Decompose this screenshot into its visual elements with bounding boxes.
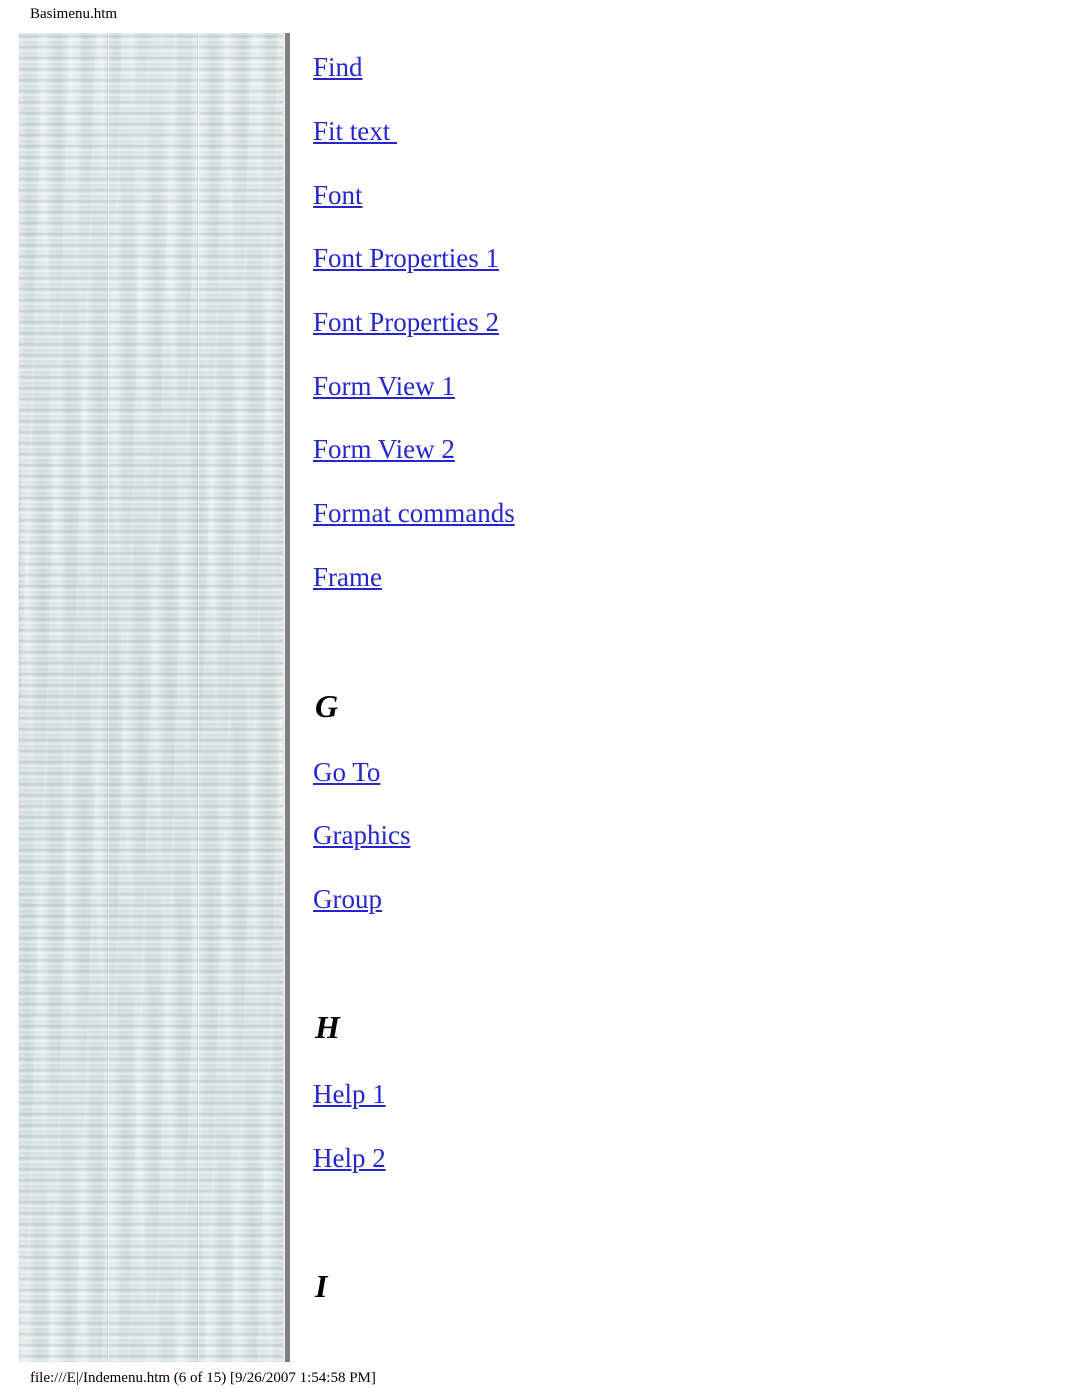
index-link[interactable]: Go To <box>313 757 380 787</box>
index-link[interactable]: Font <box>313 180 363 210</box>
index-link[interactable]: Font Properties 2 <box>313 307 499 337</box>
index-link[interactable]: Form View 2 <box>313 434 455 464</box>
letter-heading: I <box>315 1268 328 1304</box>
status-bar-path: file:///E|/Indemenu.htm (6 of 15) [9/26/… <box>30 1370 376 1386</box>
index-link[interactable]: Find <box>313 52 363 82</box>
index-link[interactable]: Group <box>313 884 382 914</box>
index-link[interactable]: Graphics <box>313 820 410 850</box>
index-link[interactable]: Help 1 <box>313 1079 386 1109</box>
letter-heading: G <box>315 688 339 724</box>
letter-heading: H <box>315 1009 340 1045</box>
index-link[interactable]: Help 2 <box>313 1143 386 1173</box>
index-link[interactable]: Font Properties 1 <box>313 243 499 273</box>
index-entry-list: Find Fit text Font Font Properties 1 Font P… <box>313 0 1053 1340</box>
page-title: Basimenu.htm <box>30 6 118 22</box>
index-link[interactable]: Format commands <box>313 498 515 528</box>
sidebar-texture-panel <box>18 33 290 1362</box>
index-link[interactable]: Fit text <box>313 116 397 146</box>
index-link[interactable]: Form View 1 <box>313 371 455 401</box>
index-link[interactable]: Frame <box>313 562 382 592</box>
